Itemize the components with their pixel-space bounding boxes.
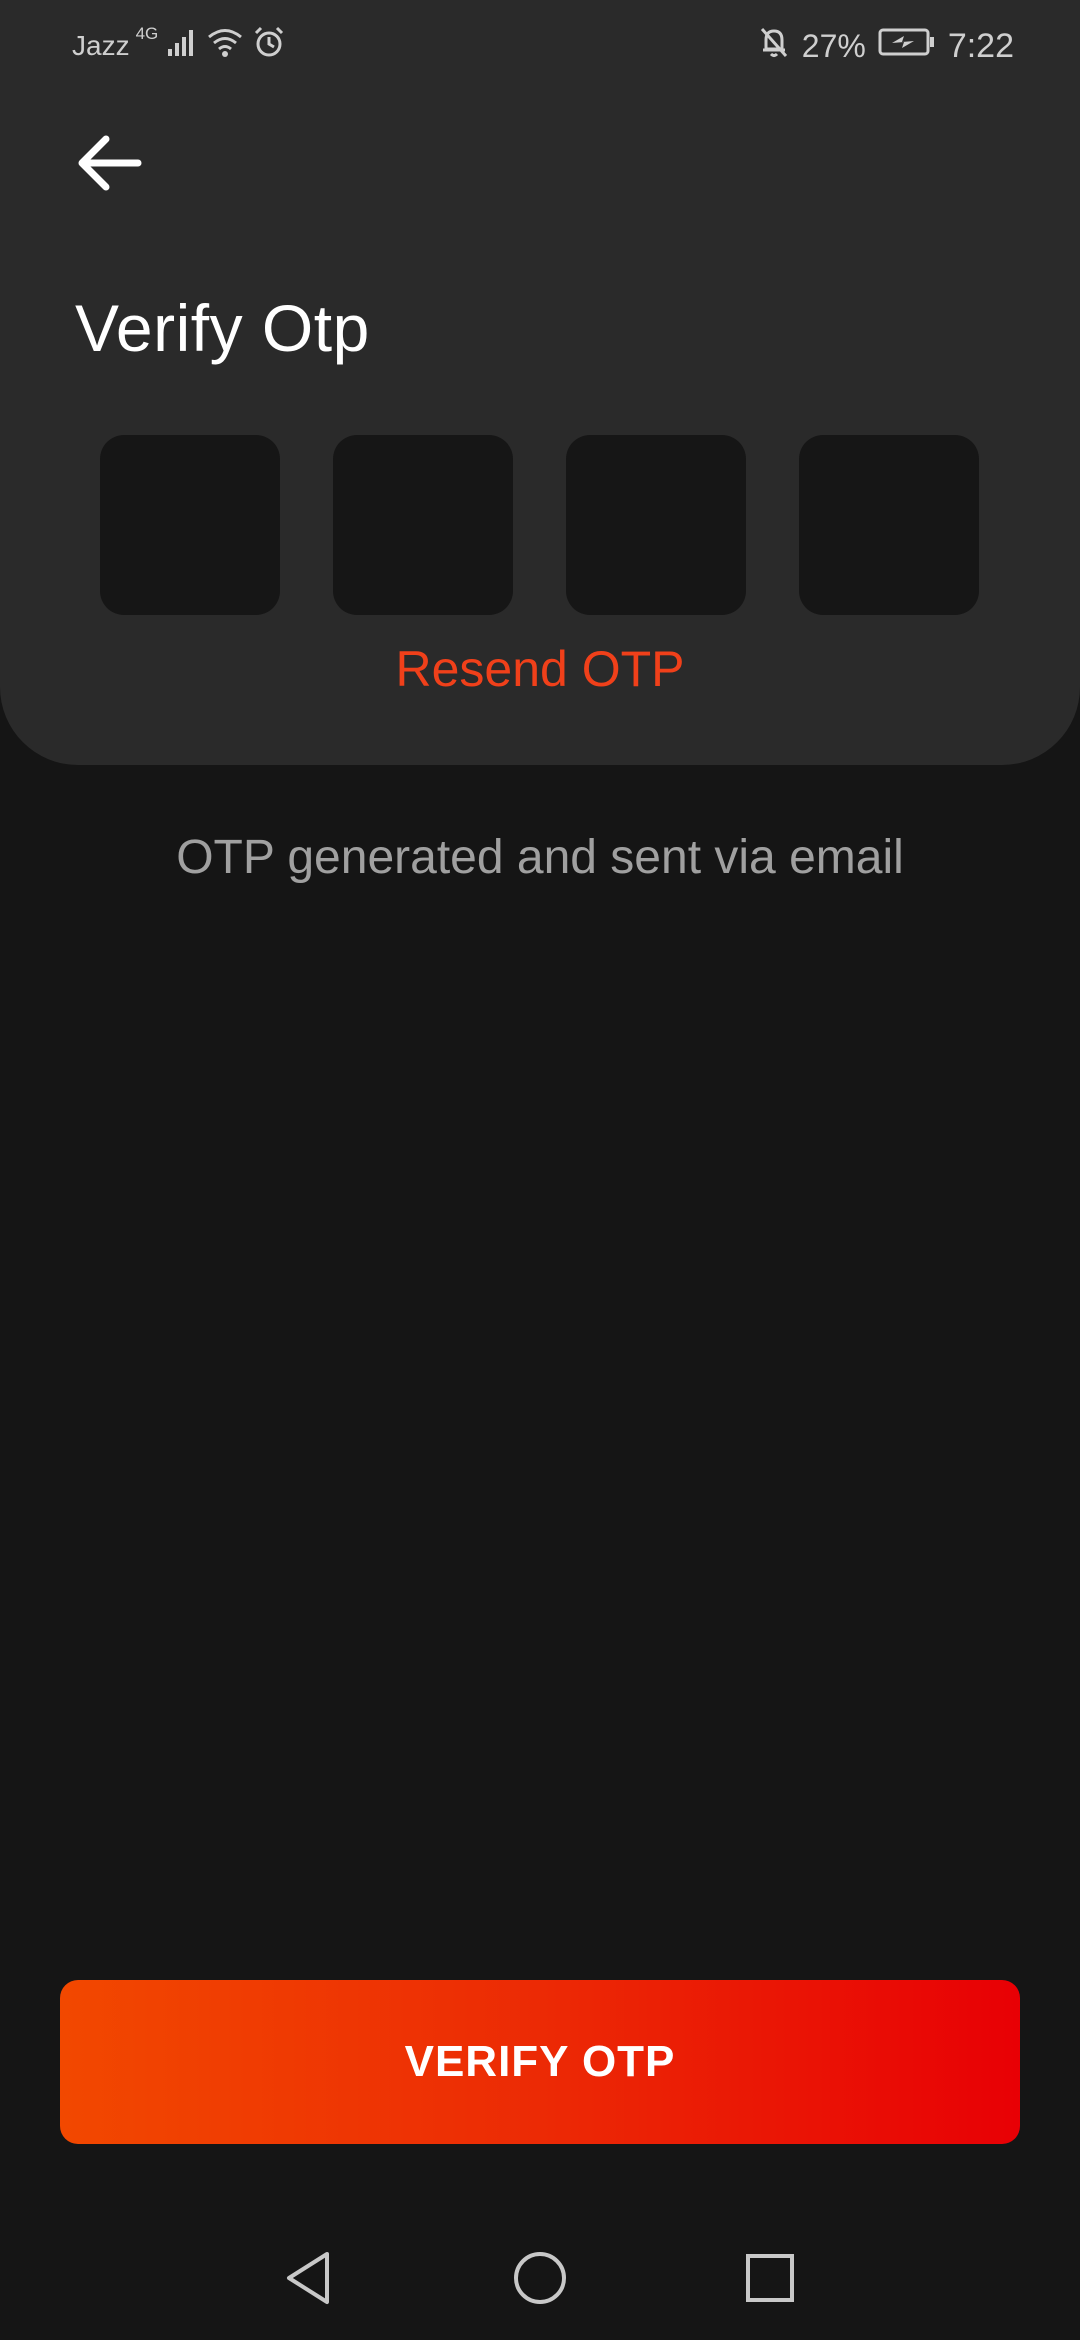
- clock: 7:22: [947, 26, 1014, 65]
- signal-icon: [166, 27, 198, 65]
- status-left: Jazz 4G: [72, 24, 286, 68]
- status-bar: Jazz 4G 27% 7:22: [0, 0, 1080, 92]
- network-type: 4G: [135, 24, 159, 43]
- nav-home-button[interactable]: [508, 2248, 572, 2312]
- carrier-name: Jazz: [72, 30, 130, 61]
- arrow-left-icon: [74, 131, 144, 200]
- verify-otp-button[interactable]: VERIFY OTP: [60, 1980, 1020, 2144]
- otp-digit-4[interactable]: [799, 435, 979, 615]
- otp-input-group: [100, 435, 980, 615]
- info-message: OTP generated and sent via email: [176, 831, 904, 884]
- verify-otp-screen: Jazz 4G 27% 7:22 Verify Otp Resend OTP O…: [0, 0, 1080, 2340]
- nav-recents-icon: [742, 2250, 798, 2311]
- battery-charging-icon: [878, 27, 936, 65]
- nav-back-icon: [281, 2248, 335, 2313]
- nav-home-icon: [510, 2248, 570, 2313]
- system-nav-bar: [0, 2220, 1080, 2340]
- otp-digit-2[interactable]: [333, 435, 513, 615]
- page-title: Verify Otp: [75, 291, 370, 365]
- nav-back-button[interactable]: [276, 2248, 340, 2312]
- otp-digit-3[interactable]: [566, 435, 746, 615]
- status-right: 27% 7:22: [758, 24, 1014, 68]
- mute-bell-icon: [758, 25, 790, 67]
- alarm-icon: [252, 25, 286, 67]
- resend-otp-link[interactable]: Resend OTP: [0, 640, 1080, 698]
- battery-percent: 27%: [801, 27, 866, 64]
- nav-recents-button[interactable]: [738, 2248, 802, 2312]
- back-button[interactable]: [66, 122, 152, 208]
- wifi-icon: [206, 26, 244, 66]
- otp-digit-1[interactable]: [100, 435, 280, 615]
